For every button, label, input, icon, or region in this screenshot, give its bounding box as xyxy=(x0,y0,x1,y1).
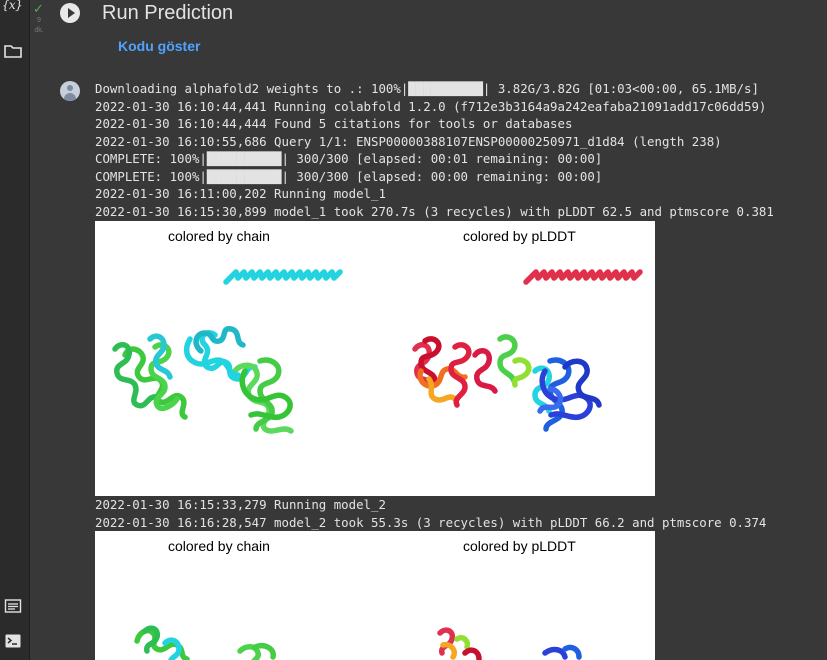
log-line: 2022-01-30 16:10:55,686 Query 1/1: ENSP0… xyxy=(95,133,722,149)
cell-title: Run Prediction xyxy=(102,2,234,24)
structure-plot-model-1: colored by chain colored by pLDDT xyxy=(95,221,655,496)
log-line: 2022-01-30 16:11:00,202 Running model_1 xyxy=(95,186,386,201)
log-line: 2022-01-30 16:15:33,279 Running model_2 xyxy=(95,497,386,512)
output-log: 2022-01-30 16:15:33,279 Running model_2 … xyxy=(95,496,766,531)
folder-icon[interactable] xyxy=(2,43,24,64)
variables-icon[interactable]: {x} xyxy=(1,0,23,12)
table-of-contents-icon[interactable] xyxy=(2,598,24,619)
terminal-icon[interactable] xyxy=(2,633,24,654)
log-line: 2022-01-30 16:10:44,444 Found 5 citation… xyxy=(95,116,573,131)
plot-title-chain: colored by chain xyxy=(168,538,270,554)
left-sidebar: {x} xyxy=(0,0,30,660)
structure-plot-model-2: colored by chain colored by pLDDT xyxy=(95,531,655,660)
log-line: COMPLETE: 100%|██████████| 300/300 [elap… xyxy=(95,151,603,166)
run-cell-button[interactable] xyxy=(60,3,80,23)
plot-title-chain: colored by chain xyxy=(168,228,270,244)
plot-title-plddt: colored by pLDDT xyxy=(463,228,576,244)
cell-gutter xyxy=(30,0,48,660)
log-line: 2022-01-30 16:16:28,547 model_2 took 55.… xyxy=(95,514,767,530)
log-line: Downloading alphafold2 weights to .: 100… xyxy=(95,81,759,96)
log-line: 2022-01-30 16:10:44,441 Running colabfol… xyxy=(95,98,767,114)
output-log: Downloading alphafold2 weights to .: 100… xyxy=(95,80,774,220)
show-code-link[interactable]: Kodu göster xyxy=(118,38,200,54)
protein-structure-image xyxy=(112,269,643,434)
log-line: 2022-01-30 16:15:30,899 model_1 took 270… xyxy=(95,203,774,219)
execution-time: 9 dk. xyxy=(34,17,44,34)
plot-title-plddt: colored by pLDDT xyxy=(463,538,576,554)
check-icon: ✓ xyxy=(33,2,44,17)
log-line: COMPLETE: 100%|██████████| 300/300 [elap… xyxy=(95,168,603,184)
output-avatar-icon[interactable] xyxy=(60,81,80,101)
